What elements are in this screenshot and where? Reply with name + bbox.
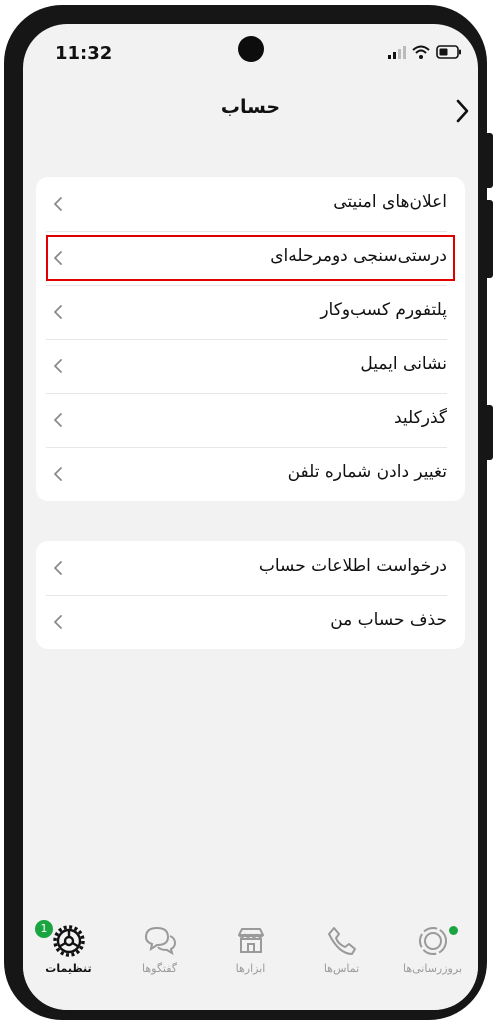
row-two-step-verification[interactable]: درستی‌سنجی دومرحله‌ای [36, 231, 465, 285]
status-bar: 11:32 [23, 24, 478, 80]
row-label: نشانی ایمیل [360, 354, 447, 374]
bottom-tab-bar: 1 تنظیمات گفتگوها [23, 914, 478, 1010]
volume-down-button [487, 200, 493, 278]
status-time: 11:32 [55, 43, 113, 64]
tab-chats[interactable]: گفتگوها [114, 924, 205, 975]
security-settings-group: اعلان‌های امنیتی درستی‌سنجی دومرحله‌ای پ… [36, 177, 465, 501]
row-label: تغییر دادن شماره تلفن [287, 462, 447, 482]
row-label: حذف حساب من [330, 610, 447, 630]
chevron-left-icon [54, 251, 62, 265]
row-change-number[interactable]: تغییر دادن شماره تلفن [36, 447, 465, 501]
row-request-account-info[interactable]: درخواست اطلاعات حساب [36, 541, 465, 595]
tab-calls[interactable]: تماس‌ها [296, 924, 387, 975]
row-delete-account[interactable]: حذف حساب من [36, 595, 465, 649]
row-label: اعلان‌های امنیتی [333, 192, 447, 212]
chevron-left-icon [54, 413, 62, 427]
row-email-address[interactable]: نشانی ایمیل [36, 339, 465, 393]
chevron-left-icon [54, 615, 62, 629]
tab-tools[interactable]: ابزارها [205, 924, 296, 975]
tab-updates[interactable]: بروزرسانی‌ها [387, 924, 478, 975]
phone-icon [327, 927, 356, 955]
update-dot [449, 926, 458, 935]
header: حساب [23, 80, 478, 140]
phone-frame: 11:32 [4, 5, 493, 1020]
row-label: درخواست اطلاعات حساب [258, 556, 447, 576]
signal-icon [388, 46, 406, 59]
row-label: درستی‌سنجی دومرحله‌ای [270, 246, 447, 266]
front-camera [238, 36, 264, 62]
gear-icon [52, 925, 85, 957]
back-chevron-icon[interactable] [450, 96, 474, 126]
account-data-group: درخواست اطلاعات حساب حذف حساب من [36, 541, 465, 649]
status-icon [418, 927, 447, 955]
chevron-left-icon [54, 197, 62, 211]
volume-up-button [487, 133, 493, 188]
row-label: پلتفورم کسب‌وکار [320, 300, 447, 320]
row-label: گذرکلید [393, 408, 447, 428]
chat-bubbles-icon [144, 926, 176, 956]
tab-label: تنظیمات [45, 962, 92, 975]
tab-label: بروزرسانی‌ها [402, 962, 463, 975]
store-icon [237, 928, 264, 953]
chevron-left-icon [54, 467, 62, 481]
notification-badge: 1 [35, 920, 53, 938]
power-button [487, 405, 493, 460]
status-icons [388, 44, 462, 60]
row-business-platform[interactable]: پلتفورم کسب‌وکار [36, 285, 465, 339]
row-security-notifications[interactable]: اعلان‌های امنیتی [36, 177, 465, 231]
battery-icon [436, 45, 461, 59]
chevron-left-icon [54, 561, 62, 575]
tab-label: ابزارها [235, 962, 266, 975]
row-passkey[interactable]: گذرکلید [36, 393, 465, 447]
page-title: حساب [220, 96, 281, 118]
tab-settings[interactable]: 1 تنظیمات [23, 920, 114, 975]
chevron-left-icon [54, 305, 62, 319]
tab-label: تماس‌ها [323, 962, 360, 975]
tab-label: گفتگوها [141, 962, 178, 975]
wifi-icon [412, 45, 430, 59]
screen: 11:32 [23, 24, 478, 1010]
chevron-left-icon [54, 359, 62, 373]
